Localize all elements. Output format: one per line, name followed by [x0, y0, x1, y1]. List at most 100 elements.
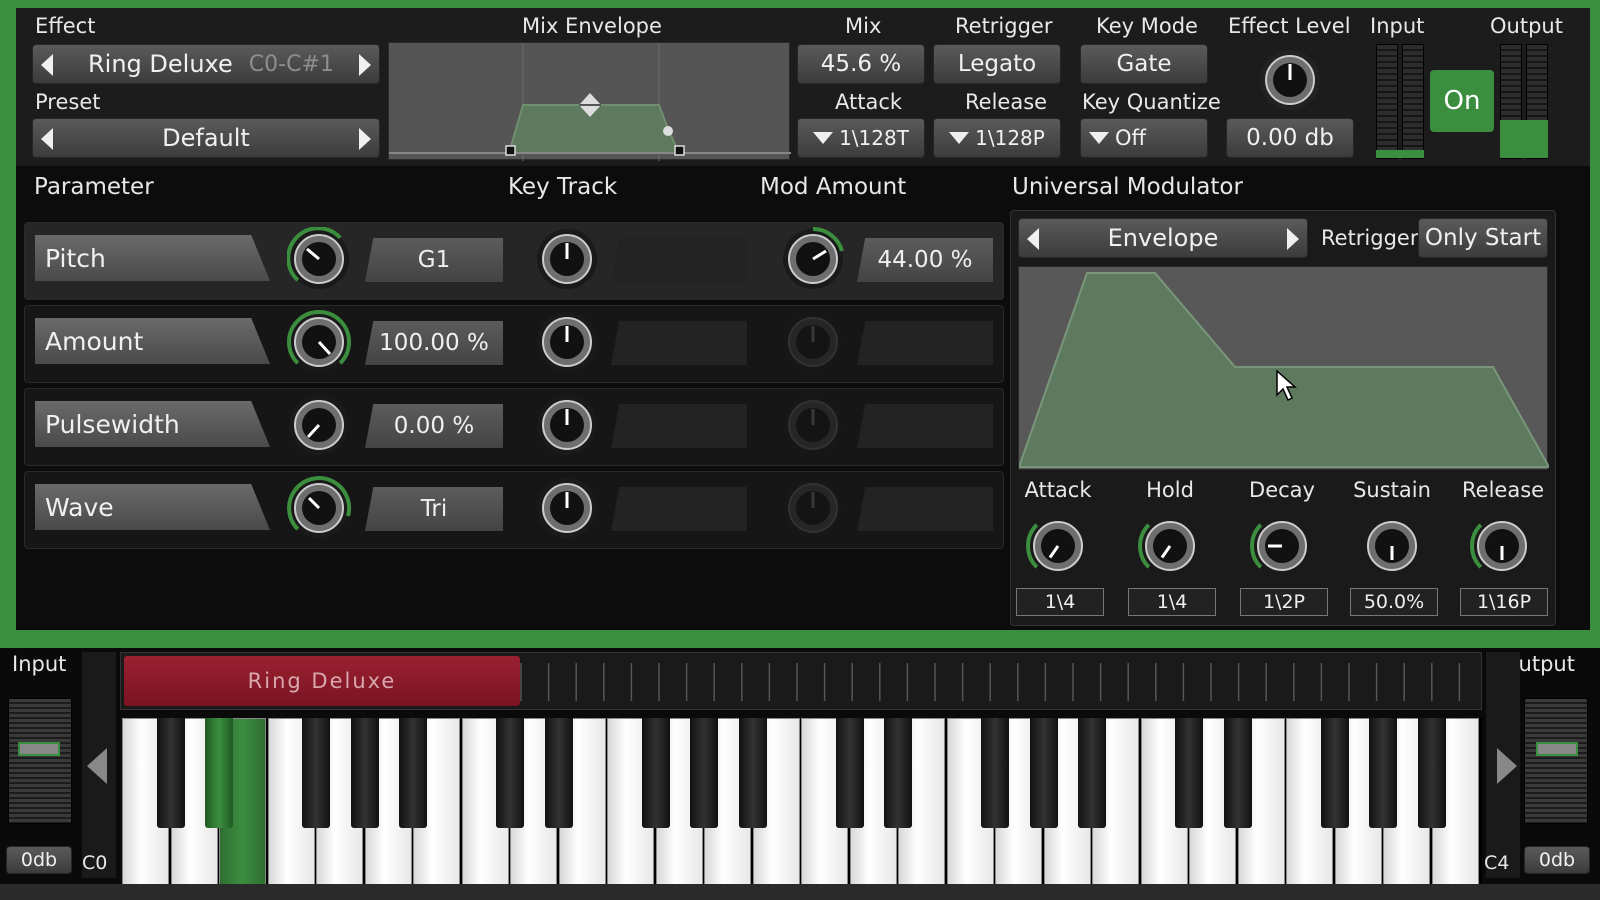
wave-keytrack-knob[interactable] [535, 476, 599, 540]
pitch-knob[interactable] [287, 227, 351, 291]
key-mode-value[interactable]: Gate [1080, 44, 1208, 84]
piano-black-key[interactable] [350, 718, 379, 828]
modulator-type: Envelope [1107, 224, 1219, 252]
key-quantize-dropdown[interactable]: Off [1080, 118, 1208, 158]
piano-black-key[interactable] [544, 718, 573, 828]
param-name[interactable]: Pulsewidth [35, 401, 270, 447]
piano-black-key[interactable] [496, 718, 524, 828]
modulator-sustain-knob[interactable] [1360, 514, 1424, 578]
retrigger-label: Retrigger [955, 14, 1053, 38]
next-arrow-icon[interactable] [359, 54, 371, 76]
piano-black-key[interactable] [1029, 718, 1058, 828]
modulator-release-value[interactable]: 1\16P [1460, 588, 1548, 616]
wave-mod-value [857, 487, 993, 531]
prev-arrow-icon[interactable] [41, 128, 53, 150]
pulsewidth-mod-amount-knob[interactable] [781, 393, 845, 457]
ring-deluxe-plugin: Effect Ring Deluxe C0-C#1 Preset Default… [0, 0, 1600, 900]
input-db-value[interactable]: 0db [6, 846, 72, 874]
piano-black-key[interactable] [302, 718, 330, 828]
mix-envelope-label: Mix Envelope [522, 14, 662, 38]
modulator-knob-label: Release [1462, 478, 1545, 502]
wave-knob[interactable] [287, 476, 351, 540]
frame [0, 884, 1600, 900]
wave-mod-amount-knob[interactable] [781, 476, 845, 540]
input-meter-left [1376, 44, 1398, 159]
piano-black-key[interactable] [690, 718, 718, 828]
modulator-retrigger-label: Retrigger [1321, 226, 1419, 250]
pitch-keytrack-knob[interactable] [535, 227, 599, 291]
modulator-retrigger-value[interactable]: Only Start [1418, 218, 1548, 258]
scroll-right-icon[interactable] [1497, 748, 1517, 784]
param-name[interactable]: Wave [35, 484, 270, 530]
param-name[interactable]: Pitch [35, 235, 270, 281]
effect-level-value[interactable]: 0.00 db [1226, 118, 1354, 158]
pulsewidth-keytrack-knob[interactable] [535, 393, 599, 457]
prev-arrow-icon[interactable] [41, 54, 53, 76]
modulator-envelope-graph[interactable] [1018, 266, 1549, 470]
frame [0, 0, 16, 645]
modulator-decay-value[interactable]: 1\2P [1240, 588, 1328, 616]
release-dropdown[interactable]: 1\128P [933, 118, 1061, 158]
piano-black-key[interactable] [1417, 718, 1446, 828]
attack-value: 1\128T [839, 126, 909, 150]
retrigger-value[interactable]: Legato [933, 44, 1061, 84]
amount-knob[interactable] [287, 310, 351, 374]
preset-selector[interactable]: Default [32, 118, 380, 158]
effect-level-knob[interactable] [1258, 48, 1322, 112]
pitch-mod-value[interactable]: 44.00 % [857, 238, 993, 282]
input-fader-handle[interactable] [18, 742, 60, 756]
dropdown-arrow-icon [1089, 132, 1109, 144]
next-arrow-icon[interactable] [359, 128, 371, 150]
piano-black-key[interactable] [1078, 718, 1106, 828]
output-meter-level [1500, 120, 1548, 158]
modulator-release-knob[interactable] [1470, 514, 1534, 578]
scroll-left-icon[interactable] [87, 748, 107, 784]
pitch-mod-amount-knob[interactable] [781, 227, 845, 291]
pitch-value[interactable]: G1 [365, 238, 503, 282]
modulator-attack-value[interactable]: 1\4 [1016, 588, 1104, 616]
mix-value[interactable]: 45.6 % [797, 44, 925, 84]
wave-value[interactable]: Tri [365, 487, 503, 531]
effect-selector[interactable]: Ring Deluxe C0-C#1 [32, 44, 380, 84]
pulsewidth-knob[interactable] [287, 393, 351, 457]
param-name[interactable]: Amount [35, 318, 270, 364]
effect-zone-ring-deluxe[interactable]: Ring Deluxe [124, 656, 520, 706]
universal-modulator-title: Universal Modulator [1012, 174, 1243, 200]
modulator-knob-label: Decay [1249, 478, 1315, 502]
keytrack-value [611, 238, 747, 282]
on-button[interactable]: On [1430, 70, 1494, 132]
piano-black-key[interactable] [205, 718, 233, 828]
piano-black-key[interactable] [399, 718, 427, 828]
piano-black-key[interactable] [156, 718, 185, 828]
modulator-attack-knob[interactable] [1026, 514, 1090, 578]
modulator-hold-knob[interactable] [1138, 514, 1202, 578]
modulator-decay-knob[interactable] [1250, 514, 1314, 578]
modulator-type-selector[interactable]: Envelope [1018, 218, 1308, 258]
amount-mod-value [857, 321, 993, 365]
piano-black-key[interactable] [1320, 718, 1349, 828]
output-fader-track [1524, 698, 1588, 824]
piano-black-key[interactable] [884, 718, 912, 828]
modulator-knob-label: Attack [1024, 478, 1092, 502]
piano-black-key[interactable] [738, 718, 767, 828]
piano-black-key[interactable] [1175, 718, 1203, 828]
output-fader-handle[interactable] [1536, 742, 1578, 756]
amount-value[interactable]: 100.00 % [365, 321, 503, 365]
attack-dropdown[interactable]: 1\128T [797, 118, 925, 158]
next-arrow-icon[interactable] [1287, 228, 1299, 250]
piano-black-key[interactable] [1369, 718, 1397, 828]
mix-envelope-graph[interactable] [388, 42, 791, 161]
amount-keytrack-knob[interactable] [535, 310, 599, 374]
pulsewidth-value[interactable]: 0.00 % [365, 404, 503, 448]
amount-mod-amount-knob[interactable] [781, 310, 845, 374]
piano-black-key[interactable] [1223, 718, 1252, 828]
piano-black-key[interactable] [641, 718, 670, 828]
piano-black-key[interactable] [981, 718, 1009, 828]
modulator-sustain-value[interactable]: 50.0% [1350, 588, 1438, 616]
piano-black-key[interactable] [835, 718, 864, 828]
modulator-hold-value[interactable]: 1\4 [1128, 588, 1216, 616]
attack-label: Attack [835, 90, 903, 114]
output-db-value[interactable]: 0db [1524, 846, 1590, 874]
preset-name: Default [162, 124, 250, 152]
prev-arrow-icon[interactable] [1027, 228, 1039, 250]
